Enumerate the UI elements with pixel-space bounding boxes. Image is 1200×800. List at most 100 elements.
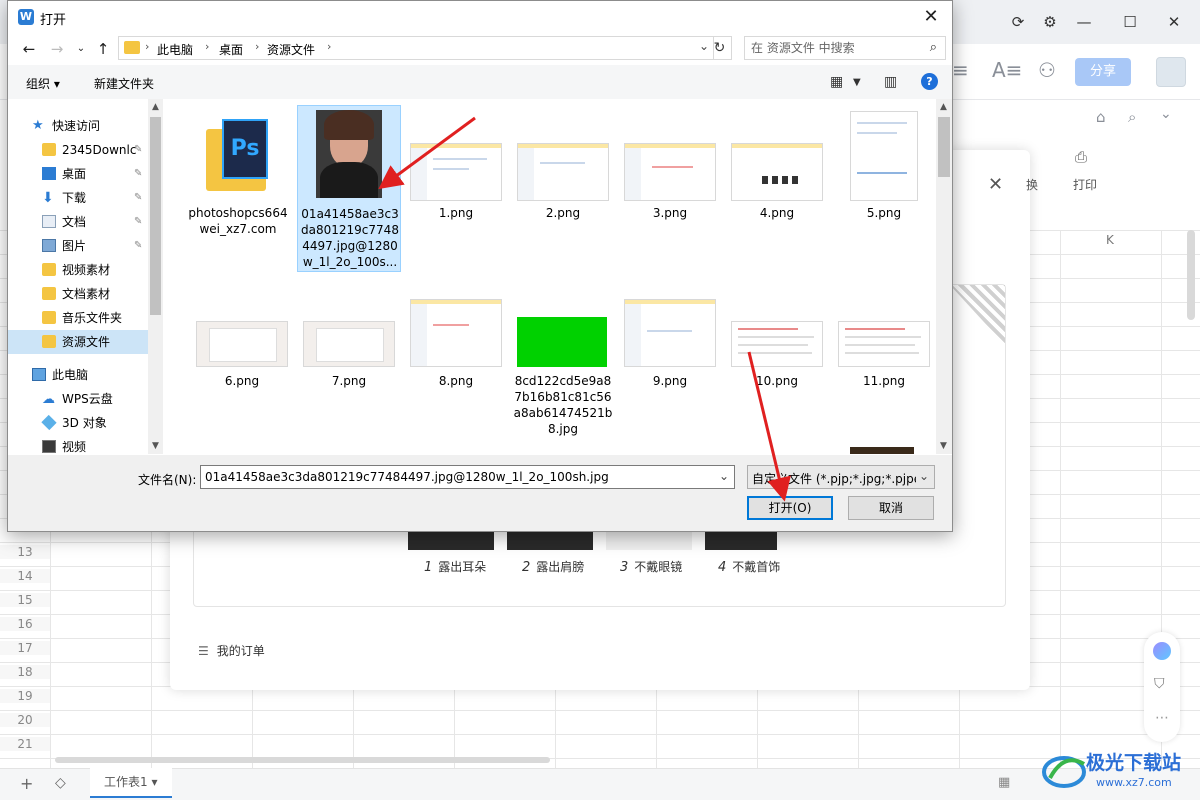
chevron-down-icon[interactable]: ⌄ (719, 469, 729, 483)
row-number[interactable]: 16 (0, 617, 50, 631)
row-number[interactable]: 13 (0, 545, 50, 559)
list-item[interactable]: 01a41458ae3c3da801219c77484497.jpg@1280w… (297, 105, 401, 272)
assistant-icon[interactable] (1153, 642, 1171, 660)
chevron-down-icon[interactable]: ▼ (853, 77, 861, 88)
nav-item-videos[interactable]: 视频 (8, 435, 148, 454)
list-item[interactable]: 7.png (297, 275, 401, 405)
sync-icon[interactable]: ⟳ (1004, 8, 1032, 36)
print-label[interactable]: 打印 (1073, 176, 1097, 193)
add-user-icon[interactable]: ⚇ (1038, 58, 1056, 82)
list-item[interactable]: 4.png (725, 105, 829, 235)
row-number[interactable]: 19 (0, 689, 50, 703)
address-bar[interactable]: › 此电脑 › 桌面 › 资源文件 › ⌄ (118, 36, 714, 60)
list-item[interactable]: 8.png (404, 275, 508, 405)
view-options-icon[interactable]: ▦ (830, 74, 843, 90)
row-number[interactable]: 15 (0, 593, 50, 607)
forward-arrow-icon[interactable]: → (46, 39, 68, 59)
my-orders-link[interactable]: ☰ 我的订单 (198, 642, 265, 659)
row-number[interactable]: 20 (0, 713, 50, 727)
list-item[interactable]: 1.png (404, 105, 508, 235)
nav-item-resource-files[interactable]: 资源文件 (8, 330, 148, 354)
sheet-vertical-scrollbar[interactable] (1187, 230, 1195, 320)
printer-icon[interactable]: ⎙ (1075, 148, 1087, 166)
dialog-titlebar[interactable]: W 打开 ✕ (8, 1, 952, 33)
refresh-icon[interactable]: ↻ (708, 36, 732, 60)
nav-item-downloads[interactable]: ⬇ 下载 ✎ (8, 186, 148, 210)
list-item[interactable]: 6.png (190, 275, 294, 405)
open-button[interactable]: 打开(O) (747, 496, 833, 520)
cancel-button[interactable]: 取消 (848, 496, 934, 520)
maximize-icon[interactable]: ☐ (1116, 8, 1144, 36)
gear-icon[interactable]: ⚙ (1036, 8, 1064, 36)
list-item[interactable]: Ps photoshopcs664wei_xz7.com (186, 105, 290, 267)
organize-button[interactable]: 组织 ▾ (26, 75, 60, 92)
breadcrumb[interactable]: 此电脑 (157, 41, 193, 58)
list-item[interactable]: 11.png (832, 275, 936, 405)
filename-input[interactable]: 01a41458ae3c3da801219c77484497.jpg@1280w… (200, 465, 735, 489)
list-item[interactable]: 2.png (511, 105, 615, 235)
search-box[interactable]: ⌕ (744, 36, 946, 60)
menu-icon[interactable]: ≡ (952, 58, 969, 82)
search-input[interactable] (751, 40, 921, 56)
minimize-icon[interactable]: — (1070, 8, 1098, 36)
list-item[interactable]: 10.png (725, 275, 829, 405)
scroll-down-icon[interactable]: ▼ (940, 441, 947, 451)
nav-item-this-pc[interactable]: 此电脑 (8, 363, 148, 387)
chevron-down-icon[interactable]: ⌄ (919, 469, 929, 483)
paint-icon[interactable]: ⌂ (1096, 108, 1106, 126)
back-arrow-icon[interactable]: ← (18, 39, 40, 59)
recent-locations-icon[interactable]: ⌄ (70, 39, 92, 59)
font-style-icon[interactable]: A≡ (992, 58, 1022, 82)
scroll-up-icon[interactable]: ▲ (940, 102, 947, 112)
chevron-down-icon[interactable]: ⌄ (1160, 106, 1172, 122)
sheet-horizontal-scrollbar[interactable] (55, 757, 550, 763)
close-icon[interactable]: ✕ (916, 3, 946, 31)
add-sheet-icon[interactable]: + (20, 774, 33, 793)
filetype-select[interactable]: 自定义文件 (*.pjp;*.jpg;*.pjpeg ⌄ (747, 465, 935, 489)
nav-item-wps-cloud[interactable]: ☁ WPS云盘 (8, 387, 148, 411)
shirt-icon[interactable]: ⛉ (1154, 676, 1165, 692)
nav-item-document-assets[interactable]: 文档素材 (8, 282, 148, 306)
row-number[interactable]: 17 (0, 641, 50, 655)
grid-view-icon[interactable]: ▦ (998, 775, 1010, 790)
list-item[interactable]: 8cd122cd5e9a87b16b81c81c56a8ab61474521b8… (511, 275, 615, 445)
column-header-k[interactable]: K (1106, 233, 1114, 247)
row-number[interactable]: 18 (0, 665, 50, 679)
help-icon[interactable]: ? (921, 73, 938, 90)
nav-item-video-assets[interactable]: 视频素材 (8, 258, 148, 282)
share-button[interactable]: 分享 (1075, 58, 1131, 86)
nav-item-2345downloads[interactable]: 2345Downlc ✎ (8, 138, 148, 162)
scroll-up-icon[interactable]: ▲ (152, 102, 159, 112)
nav-item-3d-objects[interactable]: 3D 对象 (8, 411, 148, 435)
list-item[interactable]: 9.png (618, 275, 722, 405)
nav-item-music-folder[interactable]: 音乐文件夹 (8, 306, 148, 330)
chevron-right-icon[interactable]: › (205, 40, 209, 53)
scroll-down-icon[interactable]: ▼ (152, 441, 159, 451)
nav-item-pictures[interactable]: 图片 ✎ (8, 234, 148, 258)
row-number[interactable]: 21 (0, 737, 50, 751)
avatar[interactable] (1156, 57, 1186, 87)
close-icon[interactable]: ✕ (988, 174, 1003, 195)
nav-item-quick-access[interactable]: ★ 快速访问 (8, 114, 148, 138)
more-icon[interactable]: ⋯ (1155, 710, 1169, 726)
chevron-right-icon[interactable]: › (255, 40, 259, 53)
search-icon[interactable]: ⌕ (930, 40, 937, 55)
search-icon[interactable]: ⌕ (1128, 108, 1136, 126)
chevron-right-icon[interactable]: › (327, 40, 331, 53)
nav-item-documents[interactable]: 文档 ✎ (8, 210, 148, 234)
layers-icon[interactable]: ◇ (55, 775, 66, 791)
breadcrumb[interactable]: 资源文件 (267, 41, 315, 58)
chevron-right-icon[interactable]: › (145, 40, 149, 53)
sheet-tab[interactable]: 工作表1 ▾ (90, 768, 172, 798)
close-window-icon[interactable]: ✕ (1160, 8, 1188, 36)
up-arrow-icon[interactable]: ↑ (92, 39, 114, 59)
preview-pane-icon[interactable]: ▥ (884, 74, 897, 90)
file-list-scroll-thumb[interactable] (938, 117, 950, 177)
nav-item-desktop[interactable]: 桌面 ✎ (8, 162, 148, 186)
row-number[interactable]: 14 (0, 569, 50, 583)
list-item[interactable]: 3.png (618, 105, 722, 235)
replace-label[interactable]: 换 (1026, 176, 1038, 193)
new-folder-button[interactable]: 新建文件夹 (94, 75, 154, 92)
list-item[interactable]: 5.png (832, 105, 936, 235)
breadcrumb[interactable]: 桌面 (219, 41, 243, 58)
